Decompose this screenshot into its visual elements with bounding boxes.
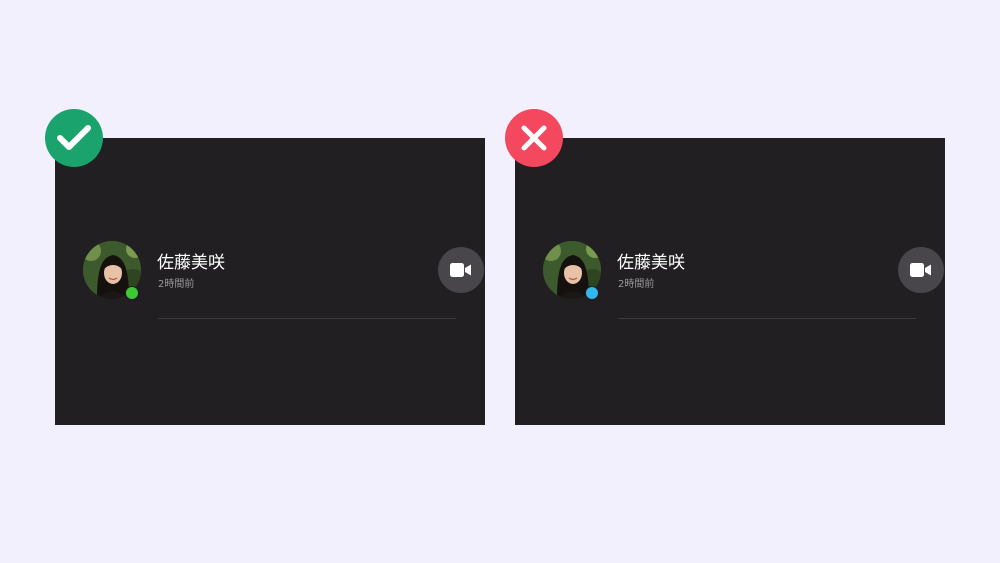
online-status-dot (125, 286, 139, 300)
incorrect-badge (505, 109, 563, 167)
contact-row[interactable]: 佐藤美咲 2時間前 (83, 241, 484, 301)
cross-icon (521, 125, 547, 151)
contact-name: 佐藤美咲 (157, 253, 225, 273)
video-camera-icon (910, 263, 931, 277)
incorrect-example-panel: 佐藤美咲 2時間前 (515, 138, 945, 425)
contact-name: 佐藤美咲 (617, 253, 685, 273)
avatar-container (83, 241, 141, 300)
last-seen-time: 2時間前 (158, 279, 195, 290)
correct-badge (45, 109, 103, 167)
correct-example-panel: 佐藤美咲 2時間前 (55, 138, 485, 425)
video-call-button[interactable] (438, 247, 484, 293)
row-divider (158, 318, 456, 319)
online-status-dot (585, 286, 599, 300)
contact-row[interactable]: 佐藤美咲 2時間前 (543, 241, 944, 301)
row-divider (618, 318, 916, 319)
video-camera-icon (450, 263, 471, 277)
avatar-container (543, 241, 601, 300)
last-seen-time: 2時間前 (618, 279, 655, 290)
video-call-button[interactable] (898, 247, 944, 293)
checkmark-icon (57, 125, 91, 150)
